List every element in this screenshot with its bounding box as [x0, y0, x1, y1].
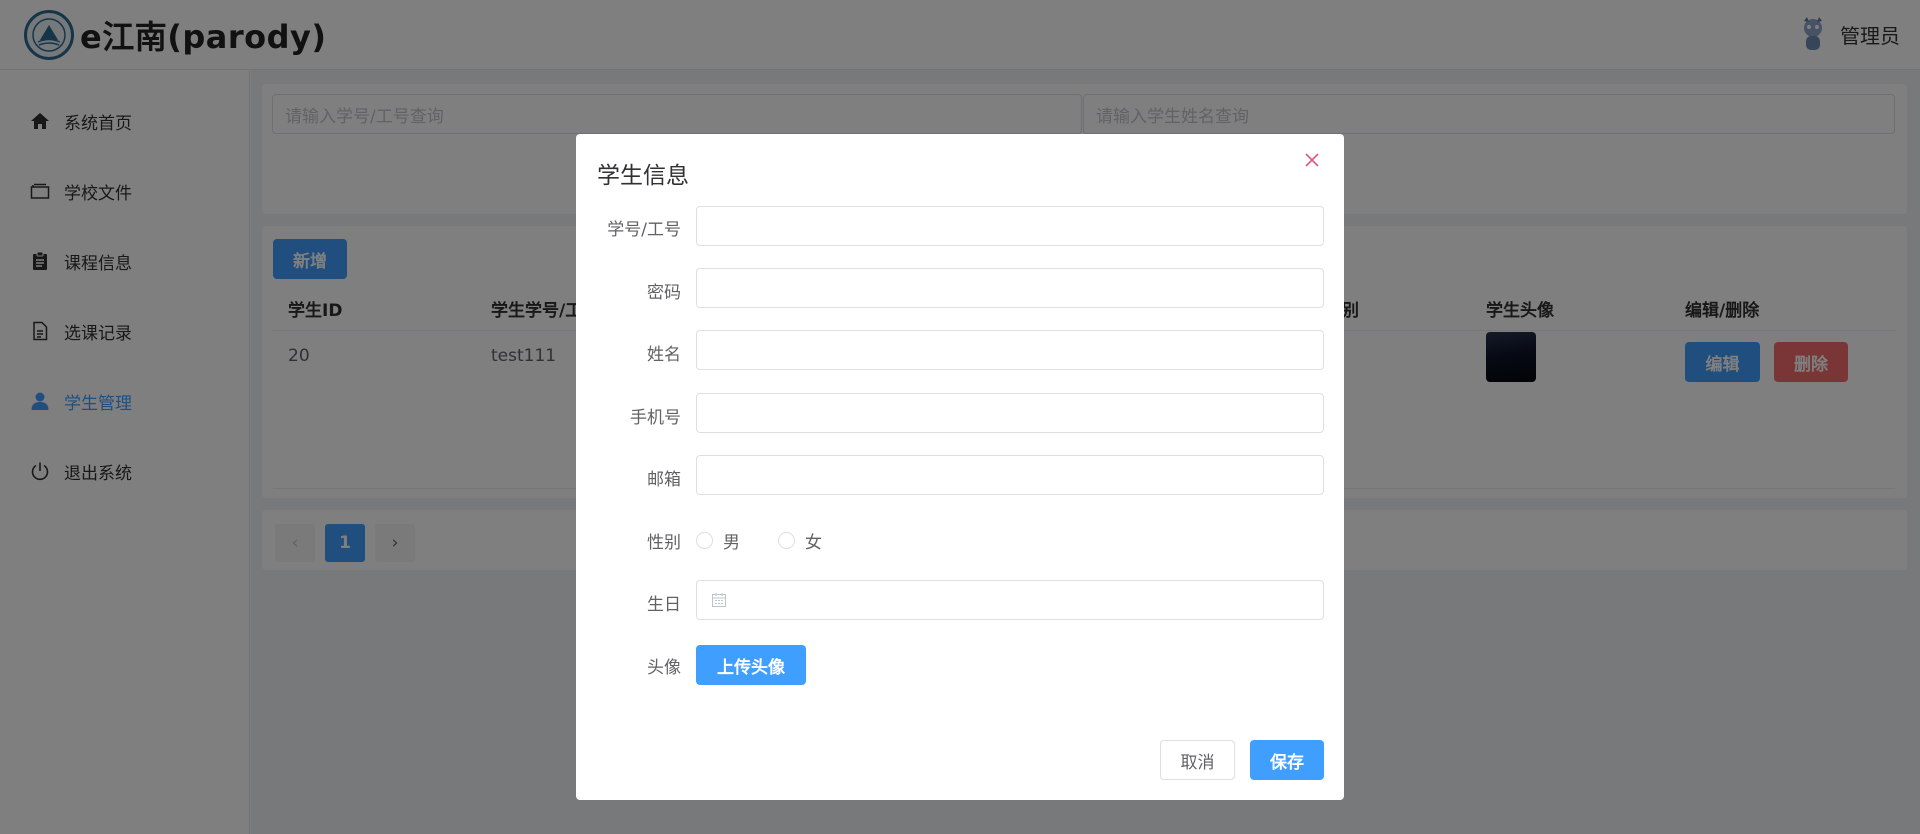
- name-label: 姓名: [647, 345, 681, 365]
- name-input[interactable]: [696, 330, 1324, 370]
- close-icon[interactable]: [1302, 150, 1322, 170]
- email-label: 邮箱: [647, 470, 681, 490]
- radio-icon: [696, 532, 713, 549]
- student-no-label: 学号/工号: [607, 220, 681, 240]
- student-no-input[interactable]: [696, 206, 1324, 246]
- phone-input[interactable]: [696, 393, 1324, 433]
- birthday-label: 生日: [647, 595, 681, 615]
- dialog-title: 学生信息: [597, 163, 689, 189]
- birthday-date-picker[interactable]: [696, 580, 1324, 620]
- gender-radio-male[interactable]: 男: [696, 528, 740, 553]
- cancel-button[interactable]: 取消: [1160, 740, 1235, 780]
- password-input[interactable]: [696, 268, 1324, 308]
- avatar-label: 头像: [647, 658, 681, 678]
- phone-label: 手机号: [630, 408, 681, 428]
- student-info-dialog: 学生信息 学号/工号 密码 姓名 手机号 邮箱 性别 男 女 生日 头像 上传头…: [576, 134, 1344, 800]
- password-label: 密码: [647, 283, 681, 303]
- calendar-icon: [711, 592, 727, 612]
- save-button[interactable]: 保存: [1250, 740, 1324, 780]
- gender-radio-female[interactable]: 女: [778, 528, 822, 553]
- gender-label: 性别: [647, 533, 681, 553]
- email-input[interactable]: [696, 455, 1324, 495]
- upload-avatar-button[interactable]: 上传头像: [696, 645, 806, 685]
- radio-icon: [778, 532, 795, 549]
